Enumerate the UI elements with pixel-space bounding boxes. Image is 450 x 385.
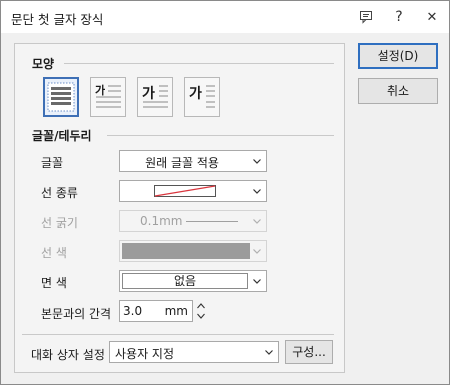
line-color-select[interactable] [119, 240, 267, 262]
close-icon[interactable]: ✕ [422, 7, 442, 27]
line-color-label: 선 색 [41, 246, 67, 260]
stepper-arrows-icon [197, 303, 205, 319]
font-label: 글꼴 [41, 156, 64, 170]
body-gap-label: 본문과의 간격 [41, 307, 112, 321]
line-type-label: 선 종류 [41, 186, 78, 200]
font-border-section-label: 글꼴/테두리 [32, 129, 92, 143]
line-type-select[interactable] [119, 180, 267, 202]
body-gap-stepper[interactable] [194, 300, 208, 322]
line-color-swatch [122, 243, 250, 259]
shape-option-three-lines[interactable]: 가 [137, 77, 173, 117]
title-bar: 문단 첫 글자 장식 ? ✕ [1, 1, 449, 33]
body-gap-input[interactable]: 3.0 mm [119, 300, 193, 322]
fill-color-swatch: 없음 [122, 273, 248, 289]
bottom-divider [22, 334, 334, 335]
dialog-settings-select[interactable]: 사용자 지정 [109, 341, 279, 363]
chevron-down-icon [265, 350, 273, 355]
shape-option-none[interactable] [43, 77, 79, 117]
chevron-down-icon [253, 219, 261, 224]
cancel-button[interactable]: 취소 [358, 78, 438, 104]
chevron-down-icon [253, 159, 261, 164]
font-border-section-divider [107, 135, 334, 136]
font-select-value: 원래 글꼴 적용 [145, 156, 219, 170]
fill-color-label: 면 색 [41, 276, 67, 290]
no-line-icon [154, 185, 216, 197]
chevron-down-icon [253, 189, 261, 194]
chat-icon[interactable] [356, 7, 376, 27]
line-width-value: 0.1mm [140, 214, 183, 228]
shape-option-margin[interactable]: 가 [184, 77, 220, 117]
font-select[interactable]: 원래 글꼴 적용 [119, 150, 267, 172]
shape-option-two-lines[interactable]: 가 [90, 77, 126, 117]
shape-section-label: 모양 [32, 57, 55, 71]
dialog-title: 문단 첫 글자 장식 [11, 12, 104, 27]
ok-button[interactable]: 설정(D) [358, 43, 438, 69]
line-width-label: 선 굵기 [41, 216, 78, 230]
dialog-settings-label: 대화 상자 설정 [31, 348, 105, 362]
shape-section-divider [64, 63, 334, 64]
fill-color-select[interactable]: 없음 [119, 270, 267, 292]
dialog-settings-value: 사용자 지정 [115, 347, 175, 361]
config-button[interactable]: 구성... [285, 340, 333, 364]
line-width-select[interactable]: 0.1mm [119, 210, 267, 232]
chevron-down-icon [253, 249, 261, 254]
chevron-down-icon [253, 279, 261, 284]
drop-cap-dialog: 문단 첫 글자 장식 ? ✕ 모양 가 가 가 글꼴/테두리 글꼴 원래 글꼴 … [0, 0, 450, 385]
body-gap-value: 3.0 [123, 304, 143, 318]
body-gap-unit: mm [164, 304, 188, 318]
line-width-preview [186, 221, 238, 222]
fill-color-value: 없음 [173, 274, 197, 288]
help-icon[interactable]: ? [389, 7, 409, 27]
